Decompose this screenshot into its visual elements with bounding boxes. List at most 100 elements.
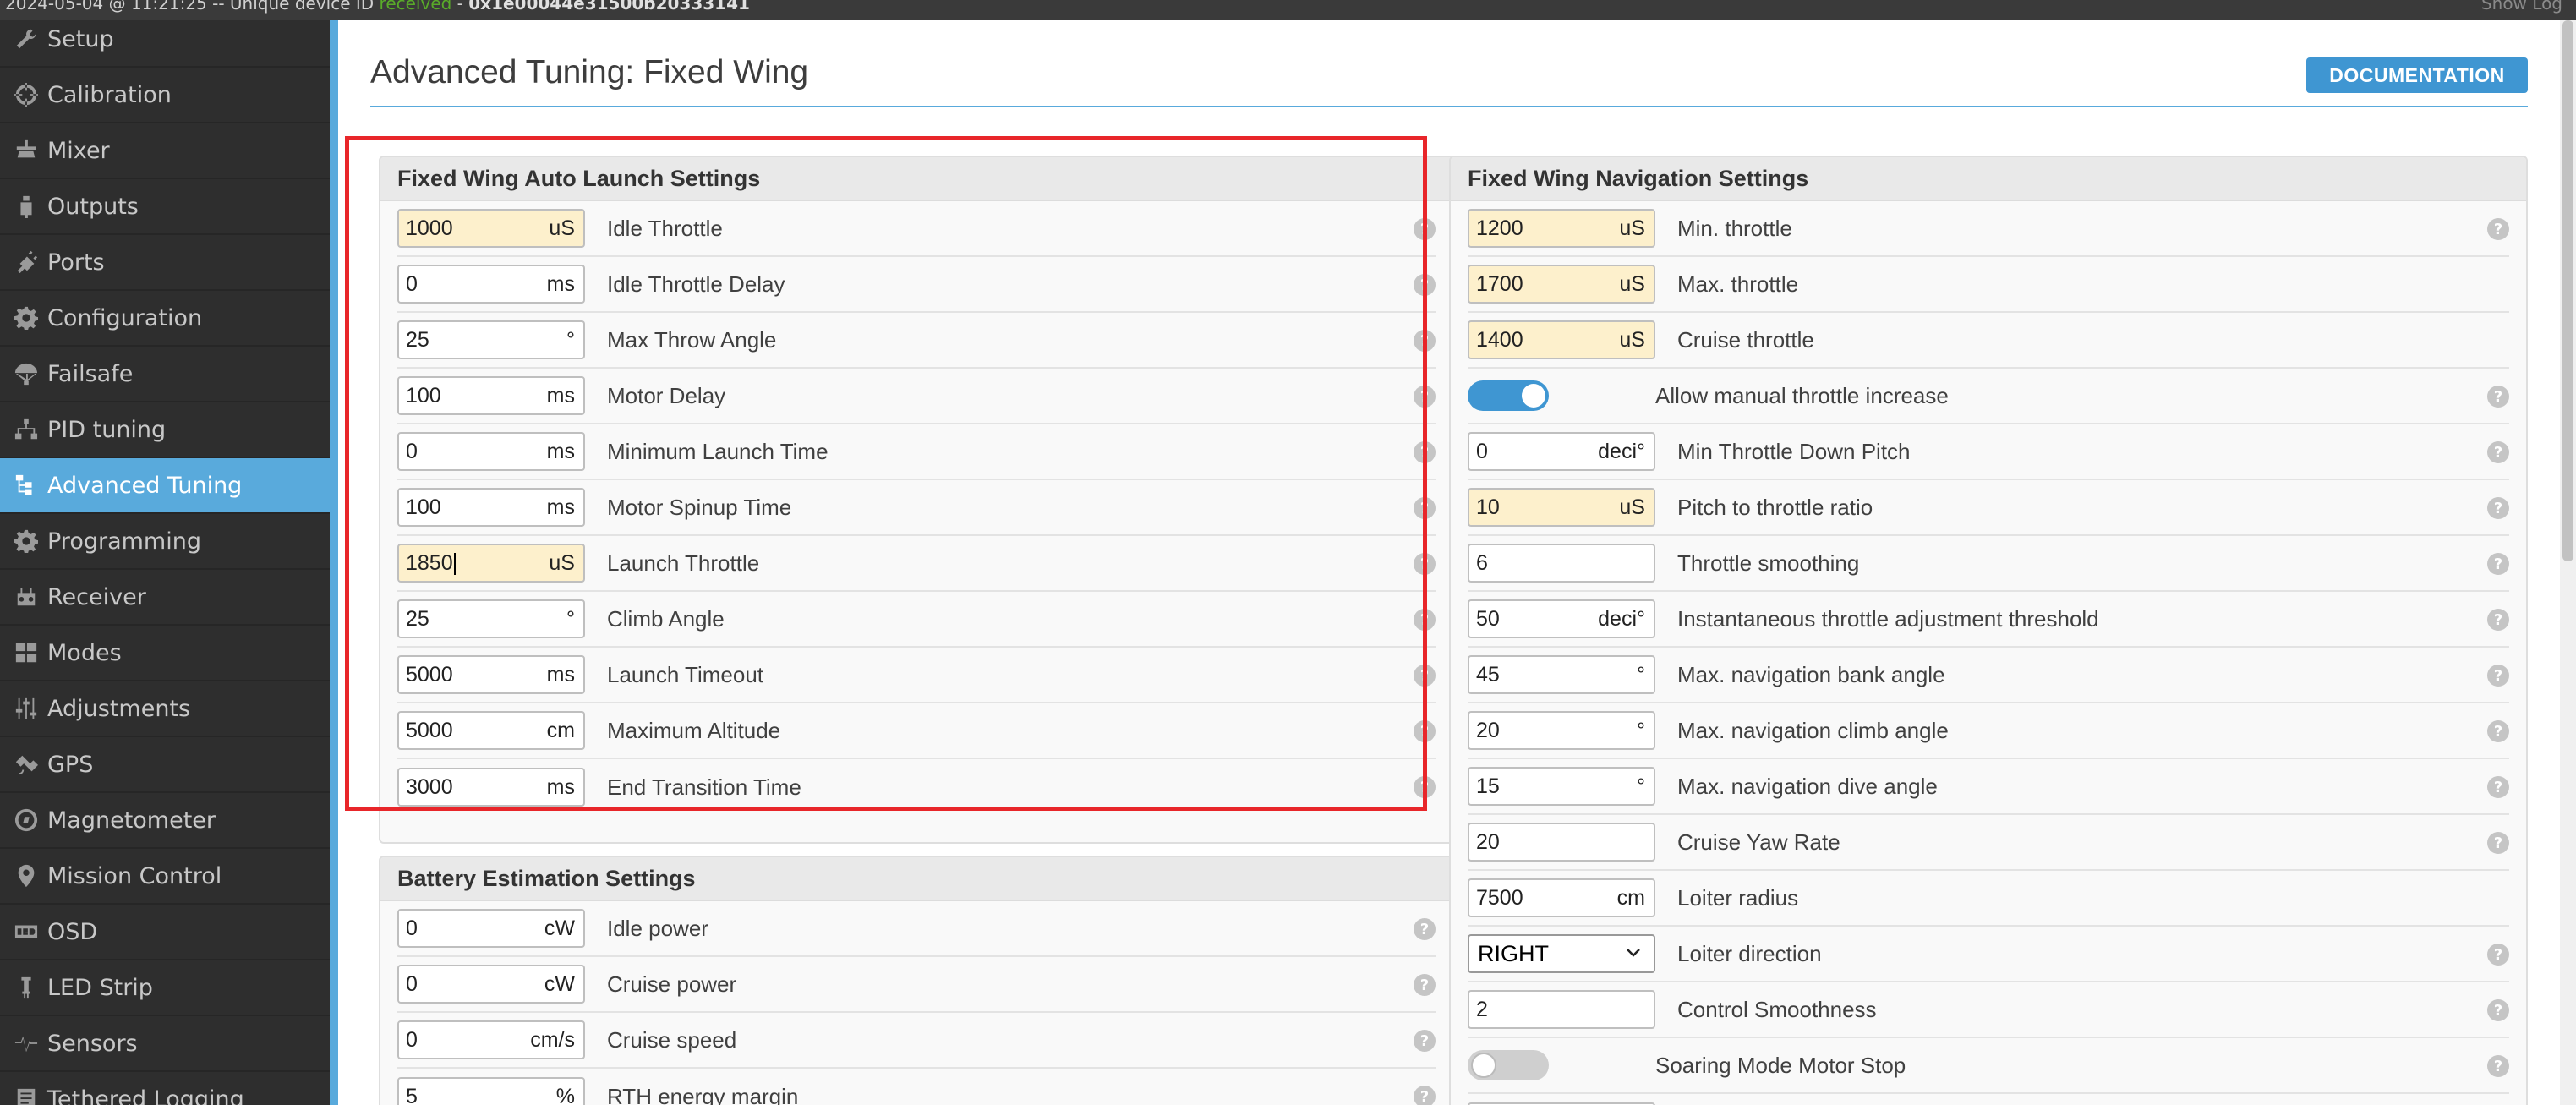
help-icon[interactable]: ?: [1414, 553, 1436, 575]
sidebar-item-label: PID tuning: [47, 416, 167, 443]
setting-label: Idle Throttle Delay: [607, 271, 785, 297]
auto-launch-panel: Fixed Wing Auto Launch Settings 1000 uS Id…: [379, 156, 1454, 844]
help-icon[interactable]: ?: [2487, 218, 2509, 240]
value-input[interactable]: 1400 uS: [1468, 320, 1655, 359]
sidebar-item-magnetometer[interactable]: Magnetometer: [0, 793, 330, 849]
value-input[interactable]: 10 uS: [1468, 488, 1655, 527]
help-icon[interactable]: ?: [1414, 441, 1436, 463]
loiter-direction-select[interactable]: RIGHT: [1468, 934, 1655, 973]
value-input[interactable]: 45 °: [1468, 655, 1655, 694]
value-input[interactable]: 1000 uS: [397, 209, 585, 248]
help-icon[interactable]: ?: [2487, 497, 2509, 519]
sidebar-item-outputs[interactable]: Outputs: [0, 179, 330, 235]
help-icon[interactable]: ?: [2487, 1055, 2509, 1077]
value-input[interactable]: 6: [1468, 544, 1655, 583]
sidebar-item-setup[interactable]: Setup: [0, 12, 330, 68]
sidebar-item-label: GPS: [47, 751, 94, 778]
sidebar-item-gps[interactable]: GPS: [0, 737, 330, 793]
toggle-switch[interactable]: [1468, 380, 1549, 411]
value-input[interactable]: 3000 ms: [397, 768, 585, 807]
sidebar-item-sensors[interactable]: Sensors: [0, 1016, 330, 1072]
help-icon[interactable]: ?: [2487, 609, 2509, 631]
value-input[interactable]: 2: [1468, 990, 1655, 1029]
tree-icon: [12, 471, 41, 500]
help-icon[interactable]: ?: [2487, 386, 2509, 408]
value-input[interactable]: 0 cm/s: [397, 1020, 585, 1059]
toggle-switch[interactable]: [1468, 1050, 1549, 1080]
scrollbar-thumb[interactable]: [2562, 20, 2573, 561]
value-input[interactable]: 1850 uS: [397, 544, 585, 583]
value-input[interactable]: 0 deci°: [1468, 432, 1655, 471]
setting-label: End Transition Time: [607, 774, 801, 800]
setting-label: Max Throw Angle: [607, 326, 777, 353]
value-input[interactable]: 7500 cm: [1468, 878, 1655, 917]
value-input[interactable]: 0 cW: [397, 965, 585, 1004]
help-icon[interactable]: ?: [2487, 665, 2509, 687]
help-icon[interactable]: ?: [1414, 330, 1436, 352]
input-value: 15: [1476, 774, 1500, 798]
help-icon[interactable]: ?: [2487, 776, 2509, 798]
value-input[interactable]: 25 °: [397, 320, 585, 359]
modes-icon: [12, 638, 41, 667]
input-value: 100: [406, 383, 441, 408]
sidebar-item-receiver[interactable]: Receiver: [0, 570, 330, 626]
sidebar-item-pid-tuning[interactable]: PID tuning: [0, 402, 330, 458]
help-icon[interactable]: ?: [1414, 386, 1436, 408]
value-input[interactable]: 0 cW: [397, 909, 585, 948]
value-input[interactable]: 0 ms: [397, 432, 585, 471]
value-input[interactable]: 5%: [397, 1077, 585, 1105]
sidebar-item-failsafe[interactable]: Failsafe: [0, 347, 330, 402]
help-icon[interactable]: ?: [1414, 1086, 1436, 1105]
setting-row: 100 ms Motor Spinup Time?: [397, 480, 1436, 536]
help-icon[interactable]: ?: [1414, 1030, 1436, 1052]
unit-label: cm/s: [530, 1027, 575, 1052]
help-icon[interactable]: ?: [1414, 918, 1436, 940]
sidebar-item-configuration[interactable]: Configuration: [0, 291, 330, 347]
sidebar-item-mission-control[interactable]: Mission Control: [0, 849, 330, 905]
sidebar-item-mixer[interactable]: Mixer: [0, 123, 330, 179]
value-input[interactable]: 20: [1468, 823, 1655, 862]
help-icon[interactable]: ?: [1414, 497, 1436, 519]
value-input[interactable]: 15 °: [1468, 767, 1655, 806]
help-icon[interactable]: ?: [2487, 999, 2509, 1021]
show-log-link[interactable]: Show Log: [2481, 0, 2562, 14]
setting-label: Soaring Mode Motor Stop: [1655, 1052, 1906, 1078]
value-input[interactable]: 5000 cm: [397, 711, 585, 750]
help-icon[interactable]: ?: [1414, 665, 1436, 687]
sidebar-item-programming[interactable]: Programming: [0, 514, 330, 570]
sidebar-item-calibration[interactable]: Calibration: [0, 68, 330, 123]
help-icon[interactable]: ?: [2487, 944, 2509, 966]
documentation-button[interactable]: DOCUMENTATION: [2306, 57, 2528, 93]
unit-label: ms: [546, 495, 575, 519]
help-icon[interactable]: ?: [2487, 720, 2509, 742]
value-input[interactable]: 20 °: [1468, 711, 1655, 750]
sidebar-item-advanced-tuning[interactable]: Advanced Tuning: [0, 458, 330, 514]
help-icon[interactable]: ?: [2487, 441, 2509, 463]
help-icon[interactable]: ?: [2487, 553, 2509, 575]
help-icon[interactable]: ?: [1414, 974, 1436, 996]
value-input[interactable]: 100 ms: [397, 488, 585, 527]
value-input[interactable]: 5000 ms: [397, 655, 585, 694]
help-icon[interactable]: ?: [1414, 218, 1436, 240]
sidebar-item-adjustments[interactable]: Adjustments: [0, 681, 330, 737]
sidebar-item-modes[interactable]: Modes: [0, 626, 330, 681]
value-input[interactable]: 50 deci°: [1468, 599, 1655, 638]
sidebar-item-osd[interactable]: OSD: [0, 905, 330, 960]
sidebar-item-led-strip[interactable]: LED Strip: [0, 960, 330, 1016]
help-icon[interactable]: ?: [2487, 832, 2509, 854]
value-input[interactable]: 100 ms: [397, 376, 585, 415]
sidebar-item-tethered-logging[interactable]: Tethered Logging: [0, 1072, 330, 1105]
value-input[interactable]: 25 °: [397, 599, 585, 638]
sidebar-item-ports[interactable]: Ports: [0, 235, 330, 291]
help-icon[interactable]: ?: [1414, 274, 1436, 296]
value-input[interactable]: 0 ms: [397, 265, 585, 304]
scrollbar[interactable]: [2560, 20, 2576, 1105]
setting-row: 45 ° Max. navigation bank angle?: [1468, 648, 2509, 703]
value-input[interactable]: 1700 uS: [1468, 265, 1655, 304]
help-icon[interactable]: ?: [1414, 720, 1436, 742]
unit-label: uS: [549, 550, 575, 575]
help-icon[interactable]: ?: [1414, 776, 1436, 798]
setting-row: Allow manual throttle increase?: [1468, 369, 2509, 424]
help-icon[interactable]: ?: [1414, 609, 1436, 631]
value-input[interactable]: 1200 uS: [1468, 209, 1655, 248]
